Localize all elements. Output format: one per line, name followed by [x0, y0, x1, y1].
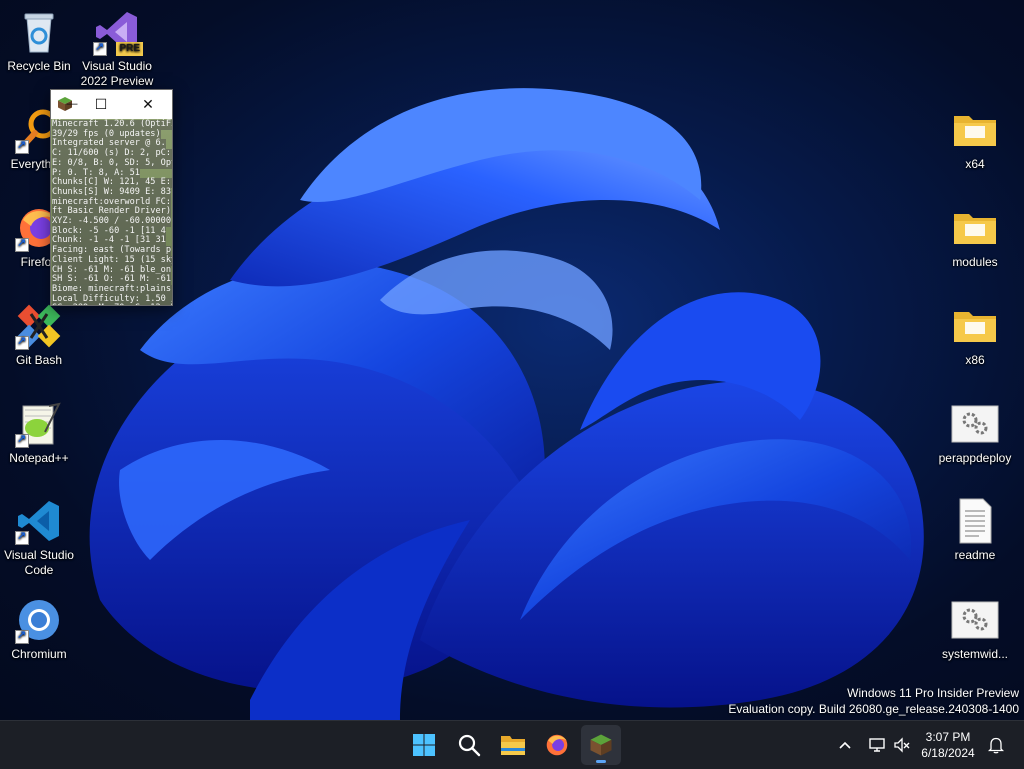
clock-time: 3:07 PM [925, 730, 971, 744]
desktop-icon-perappdeploy[interactable]: perappdeploy [933, 400, 1017, 466]
settings-file-icon [951, 601, 999, 639]
preview-badge: PRE [116, 42, 143, 56]
close-button[interactable]: ✕ [129, 90, 167, 118]
minecraft-window[interactable]: — ☐ ✕ Minecraft 1.20.6 (OptiFin 39/29 fps… [50, 89, 173, 306]
desktop-icon-label: perappdeploy [938, 451, 1012, 465]
bell-icon [988, 737, 1004, 754]
desktop-icon-visual-studio[interactable]: PRE Visual Studio 2022 Preview [75, 8, 159, 89]
desktop-icon-vscode[interactable]: Visual Studio Code [0, 497, 81, 578]
firefox-icon [546, 734, 568, 756]
shortcut-arrow-icon [93, 40, 107, 56]
desktop-icon-x64[interactable]: x64 [933, 106, 1017, 172]
shortcut-arrow-icon [15, 628, 29, 644]
desktop-icon-label: x64 [965, 157, 985, 171]
taskbar-clock[interactable]: 3:07 PM 6/18/2024 [912, 729, 984, 761]
folder-icon [954, 312, 996, 342]
network-icon [869, 738, 885, 752]
desktop-icon-x86[interactable]: x86 [933, 302, 1017, 368]
windows-start-icon [413, 734, 435, 756]
tray-overflow-button[interactable] [836, 721, 854, 769]
chevron-up-icon [839, 741, 851, 749]
active-app-indicator [596, 760, 606, 763]
taskbar: 3:07 PM 6/18/2024 [0, 720, 1024, 769]
minecraft-game-view[interactable]: Minecraft 1.20.6 (OptiFin 39/29 fps (0 up… [51, 119, 172, 305]
desktop-icon-label: readme [954, 548, 996, 562]
desktop-icon-recycle-bin[interactable]: Recycle Bin [0, 8, 81, 74]
volume-muted-icon [894, 737, 910, 753]
recycle-bin-icon [24, 13, 54, 53]
windows-watermark: Windows 11 Pro Insider Preview Evaluatio… [728, 685, 1019, 717]
desktop-icon-label: Chromium [11, 647, 67, 661]
shortcut-arrow-icon [15, 334, 29, 350]
folder-icon [954, 116, 996, 146]
desktop-icon-git-bash[interactable]: Git Bash [0, 302, 81, 368]
taskbar-firefox[interactable] [537, 725, 577, 765]
taskbar-file-explorer[interactable] [493, 725, 533, 765]
taskbar-start-button[interactable] [404, 725, 444, 765]
watermark-edition: Windows 11 Pro Insider Preview [847, 686, 1019, 700]
text-file-icon [959, 498, 992, 544]
desktop-icon-label: Recycle Bin [7, 59, 71, 73]
desktop-icon-label: systemwid... [941, 647, 1008, 661]
network-status-button[interactable] [866, 721, 888, 769]
shortcut-arrow-icon [15, 138, 29, 154]
settings-file-icon [951, 405, 999, 443]
window-titlebar[interactable]: — ☐ ✕ [51, 90, 172, 118]
desktop-icon-notepad-plus-plus[interactable]: Notepad++ [0, 400, 81, 466]
watermark-build: Evaluation copy. Build 26080.ge_release.… [728, 702, 1019, 716]
debug-overlay: Minecraft 1.20.6 (OptiFin 39/29 fps (0 up… [51, 119, 172, 305]
desktop-icon-modules[interactable]: modules [933, 204, 1017, 270]
folder-icon [954, 214, 996, 244]
desktop-icon-label: x86 [965, 353, 985, 367]
debug-line: SC: 289, M: 70, C: 12, M: 0 [52, 304, 172, 305]
taskbar-search-button[interactable] [449, 725, 489, 765]
search-icon [458, 734, 481, 757]
desktop-icon-label: modules [952, 255, 998, 269]
file-explorer-icon [501, 736, 525, 755]
shortcut-arrow-icon [15, 236, 29, 252]
clock-date: 6/18/2024 [921, 746, 975, 760]
desktop-icon-label: Visual Studio Code [4, 548, 74, 577]
desktop-icon-readme[interactable]: readme [933, 497, 1017, 563]
desktop-icon-chromium[interactable]: Chromium [0, 596, 81, 662]
notifications-button[interactable] [986, 721, 1006, 769]
shortcut-arrow-icon [15, 529, 29, 545]
desktop-icon-label: Notepad++ [9, 451, 69, 465]
taskbar-minecraft[interactable] [581, 725, 621, 765]
shortcut-arrow-icon [15, 432, 29, 448]
desktop-icon-systemwide[interactable]: systemwid... [933, 596, 1017, 662]
minecraft-grass-block-icon [590, 734, 612, 756]
desktop-icon-label: Git Bash [15, 353, 63, 367]
volume-button[interactable] [892, 721, 912, 769]
maximize-button[interactable]: ☐ [82, 90, 120, 118]
desktop-icon-label: Visual Studio 2022 Preview [80, 59, 154, 88]
